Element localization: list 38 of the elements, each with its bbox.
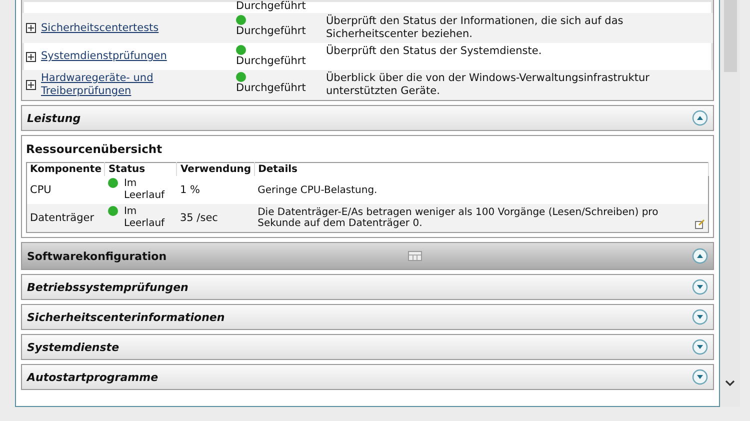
- table-cell: Datenträger: [26, 204, 105, 232]
- status-text: Im Leerlauf: [124, 178, 166, 202]
- test-link[interactable]: Systemdienstprüfungen: [41, 50, 171, 63]
- note-icon[interactable]: [695, 219, 705, 229]
- status-text: Durchgeführt: [236, 25, 306, 38]
- column-header: Status: [104, 162, 177, 176]
- scroll-down-icon[interactable]: [725, 379, 735, 387]
- section-header[interactable]: Softwarekonfiguration: [21, 242, 714, 270]
- test-description: Überprüft den Status der Systemdienste.: [326, 45, 542, 57]
- status-text: Im Leerlauf: [124, 206, 166, 230]
- section-header[interactable]: Sicherheitscenterinformationen: [21, 304, 714, 330]
- column-header: Komponente: [26, 162, 105, 176]
- column-header: Details: [254, 162, 708, 176]
- details-text: Geringe CPU-Belastung.: [258, 184, 378, 196]
- expand-icon[interactable]: [26, 80, 36, 90]
- test-link[interactable]: Sicherheitscentertests: [41, 22, 171, 34]
- column-header: Verwendung: [176, 162, 255, 176]
- expand-icon[interactable]: [26, 23, 36, 33]
- section-header[interactable]: Betriebssystemprüfungen: [21, 274, 714, 300]
- status-text: Durchgeführt: [236, 82, 306, 95]
- scrollbar[interactable]: [720, 0, 740, 407]
- table-cell: 1 %: [176, 176, 255, 204]
- test-link[interactable]: Hardwaregeräte- und Treiberprüfungen: [41, 72, 171, 98]
- test-description: Überprüft den Status der Informationen, die sich auf das Sicherheitscenter beziehen.: [326, 15, 624, 40]
- table-cell: CPU: [26, 176, 105, 204]
- section-header[interactable]: Autostartprogramme: [21, 364, 714, 390]
- table-cell: 35 /sec: [176, 204, 255, 232]
- scroll-thumb[interactable]: [724, 0, 736, 72]
- section-header[interactable]: Systemdienste: [21, 334, 714, 360]
- status-text: Durchgeführt: [236, 55, 306, 68]
- section-header[interactable]: Leistung: [21, 105, 714, 131]
- status-text: Durchgeführt: [236, 0, 306, 13]
- expand-icon[interactable]: [26, 52, 36, 62]
- details-text: Die Datenträger-E/As betragen weniger als 100 Vorgänge (Lesen/Schreiben) pro Sekunde auf dem Datenträger 0.: [258, 207, 660, 229]
- collapse-icon[interactable]: [692, 248, 708, 264]
- content-title: Ressourcenübersicht: [26, 142, 164, 156]
- test-description: Überblick über die von der Windows-Verwaltungsinfrastruktur unterstützten Geräte.: [326, 72, 650, 97]
- collapse-icon[interactable]: [692, 110, 708, 126]
